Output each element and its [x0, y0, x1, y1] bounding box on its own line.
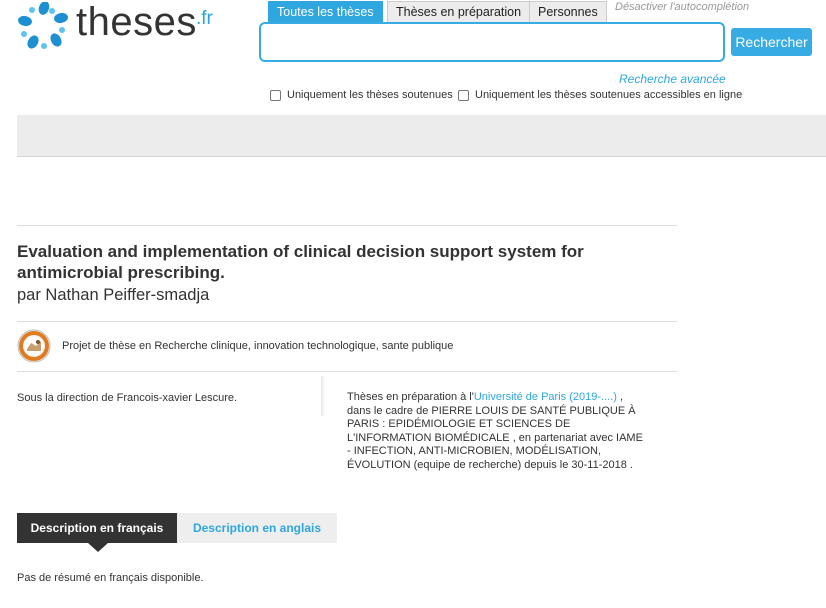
divider — [17, 225, 677, 226]
active-tab-arrow-icon — [88, 543, 108, 552]
divider — [17, 321, 677, 322]
thesis-title: Evaluation and implementation of clinica… — [17, 242, 584, 282]
disable-autocomplete-link[interactable]: Désactiver l'autocomplétion — [615, 1, 749, 13]
search-input[interactable] — [259, 22, 725, 62]
university-link[interactable]: Université de Paris (2019-....) — [474, 391, 617, 403]
filter-online-checkbox[interactable]: Uniquement les thèses soutenues accessib… — [458, 89, 742, 101]
vertical-divider — [321, 376, 324, 416]
prep-prefix: Thèses en préparation à l' — [347, 391, 474, 403]
tab-description-fr-label: Description en français — [30, 521, 164, 535]
advanced-search-link[interactable]: Recherche avancée — [619, 72, 726, 86]
filter-defended-checkbox[interactable]: Uniquement les thèses soutenues — [270, 89, 453, 101]
navigation-band — [17, 115, 826, 157]
project-description: Projet de thèse en Recherche clinique, i… — [62, 340, 454, 352]
logo-star-icon — [18, 2, 68, 49]
tab-people[interactable]: Personnes — [529, 1, 607, 23]
thesis-author: par Nathan Peiffer-smadja — [17, 286, 210, 304]
preparation-info: Thèses en préparation à l'Université de … — [347, 391, 647, 472]
divider — [17, 371, 677, 372]
filter-defended-label: Uniquement les thèses soutenues — [287, 89, 453, 101]
abstract-text: Pas de résumé en français disponible. — [17, 572, 204, 584]
theses-logo[interactable]: theses .fr — [18, 0, 228, 52]
logo-wordmark: theses — [76, 0, 197, 44]
checkbox-box[interactable] — [270, 89, 281, 101]
tab-description-en[interactable]: Description en anglais — [177, 513, 337, 543]
tab-description-fr[interactable]: Description en français — [17, 513, 177, 552]
tab-theses-in-preparation[interactable]: Thèses en préparation — [387, 1, 531, 23]
filter-online-label: Uniquement les thèses soutenues accessib… — [475, 89, 743, 101]
tab-all-theses[interactable]: Toutes les thèses — [268, 1, 383, 23]
thesis-supervisor: Sous la direction de Francois-xavier Les… — [17, 392, 238, 404]
checkbox-box[interactable] — [458, 89, 469, 101]
search-button[interactable]: Rechercher — [731, 28, 812, 56]
logo-tld: .fr — [196, 8, 213, 29]
project-status-icon — [17, 329, 51, 363]
